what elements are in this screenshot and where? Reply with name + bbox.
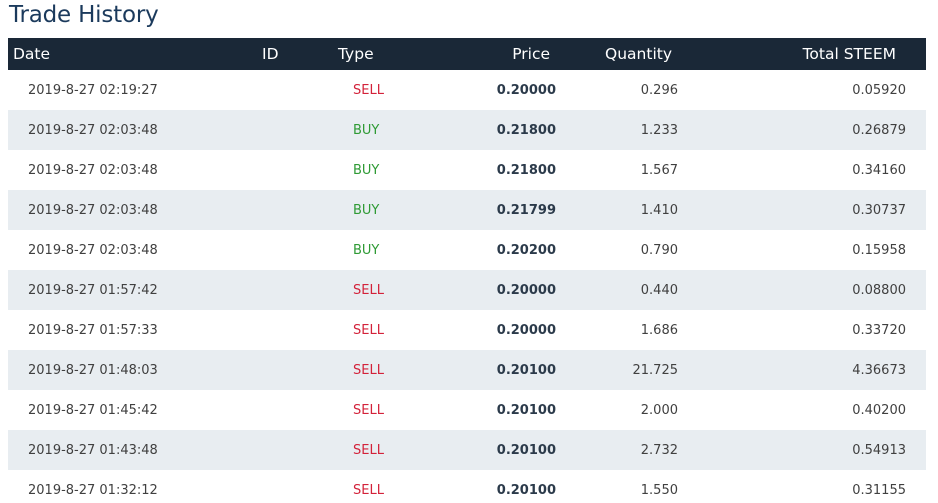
trade-quantity-cell: 2.000 [640,402,678,418]
trade-date-cell: 2019-8-27 02:03:48 [28,202,158,218]
trade-price-cell: 0.20000 [496,82,556,98]
trade-price-cell: 0.20100 [496,442,556,458]
trade-price-cell: 0.20100 [496,402,556,418]
trade-type-cell: BUY [353,162,380,178]
trade-type-cell: SELL [353,402,384,418]
trade-price-cell: 0.21800 [496,122,556,138]
trade-quantity-cell: 1.686 [640,322,678,338]
trade-total-cell: 0.15958 [852,242,906,258]
trade-price-cell: 0.21800 [496,162,556,178]
trade-id-cell [258,350,334,390]
trade-total-cell: 4.36673 [852,362,906,378]
trade-quantity-cell: 0.440 [640,282,678,298]
trade-price-cell: 0.20000 [496,282,556,298]
trade-quantity-cell: 21.725 [632,362,679,378]
trade-id-cell [258,390,334,430]
trade-price-cell: 0.20200 [496,242,556,258]
trade-total-cell: 0.40200 [852,402,906,418]
trade-price-cell: 0.20100 [496,482,556,498]
column-header-quantity[interactable]: Quantity [558,38,728,70]
trade-quantity-cell: 1.410 [640,202,678,218]
trade-id-cell [258,190,334,230]
trade-quantity-cell: 1.233 [640,122,678,138]
trade-total-cell: 0.05920 [852,82,906,98]
trade-date-cell: 2019-8-27 01:43:48 [28,442,158,458]
trade-type-cell: SELL [353,82,384,98]
table-row: 2019-8-27 01:32:12 SELL 0.20100 1.550 0.3115… [8,470,926,503]
column-header-price[interactable]: Price [432,38,558,70]
table-row: 2019-8-27 02:03:48 BUY 0.20200 0.790 0.15958 [8,230,926,270]
trade-date-cell: 2019-8-27 01:32:12 [28,482,158,498]
table-row: 2019-8-27 01:57:33 SELL 0.20000 1.686 0.3372… [8,310,926,350]
trade-date-cell: 2019-8-27 01:45:42 [28,402,158,418]
trade-type-cell: SELL [353,482,384,498]
column-header-type[interactable]: Type [334,38,432,70]
trade-date-cell: 2019-8-27 01:48:03 [28,362,158,378]
trade-quantity-cell: 1.550 [640,482,678,498]
trade-date-cell: 2019-8-27 01:57:42 [28,282,158,298]
trade-id-cell [258,430,334,470]
trade-id-cell [258,270,334,310]
trade-total-cell: 0.26879 [852,122,906,138]
trade-history-page: Trade History Date ID Type Price Quantit… [0,0,938,503]
trade-type-cell: SELL [353,322,384,338]
trade-date-cell: 2019-8-27 02:03:48 [28,162,158,178]
trade-type-cell: SELL [353,282,384,298]
trade-total-cell: 0.30737 [852,202,906,218]
table-row: 2019-8-27 02:19:27 SELL 0.20000 0.296 0.0592… [8,70,926,110]
trade-total-cell: 0.34160 [852,162,906,178]
trade-type-cell: SELL [353,362,384,378]
trade-price-cell: 0.20100 [496,362,556,378]
trade-date-cell: 2019-8-27 02:03:48 [28,122,158,138]
trade-type-cell: BUY [353,122,380,138]
trade-date-cell: 2019-8-27 01:57:33 [28,322,158,338]
trade-total-cell: 0.54913 [852,442,906,458]
page-title: Trade History [9,2,159,28]
column-header-total-steem[interactable]: Total STEEM [728,38,926,70]
table-row: 2019-8-27 02:03:48 BUY 0.21800 1.567 0.34160 [8,150,926,190]
trade-date-cell: 2019-8-27 02:19:27 [28,82,158,98]
trade-price-cell: 0.21799 [496,202,556,218]
table-row: 2019-8-27 01:43:48 SELL 0.20100 2.732 0.5491… [8,430,926,470]
trade-price-cell: 0.20000 [496,322,556,338]
trade-id-cell [258,150,334,190]
trade-history-table: Date ID Type Price Quantity Total STEEM … [8,38,926,503]
trade-quantity-cell: 0.296 [640,82,678,98]
trade-type-cell: SELL [353,442,384,458]
trade-total-cell: 0.08800 [852,282,906,298]
table-row: 2019-8-27 01:57:42 SELL 0.20000 0.440 0.0880… [8,270,926,310]
table-row: 2019-8-27 02:03:48 BUY 0.21799 1.410 0.30737 [8,190,926,230]
table-body: 2019-8-27 02:19:27 SELL 0.20000 0.296 0.0592… [8,70,926,503]
table-row: 2019-8-27 01:45:42 SELL 0.20100 2.000 0.4020… [8,390,926,430]
table-row: 2019-8-27 01:48:03 SELL 0.20100 21.725 4.366… [8,350,926,390]
trade-id-cell [258,110,334,150]
trade-id-cell [258,470,334,503]
column-header-id[interactable]: ID [258,38,334,70]
trade-quantity-cell: 2.732 [640,442,678,458]
header-row: Date ID Type Price Quantity Total STEEM [8,38,926,70]
trade-id-cell [258,230,334,270]
trade-id-cell [258,70,334,110]
trade-id-cell [258,310,334,350]
trade-type-cell: BUY [353,242,380,258]
table-row: 2019-8-27 02:03:48 BUY 0.21800 1.233 0.26879 [8,110,926,150]
trade-quantity-cell: 1.567 [640,162,678,178]
column-header-date[interactable]: Date [8,38,258,70]
trade-total-cell: 0.33720 [852,322,906,338]
trade-type-cell: BUY [353,202,380,218]
trade-date-cell: 2019-8-27 02:03:48 [28,242,158,258]
table-header: Date ID Type Price Quantity Total STEEM [8,38,926,70]
trade-quantity-cell: 0.790 [640,242,678,258]
trade-total-cell: 0.31155 [852,482,906,498]
